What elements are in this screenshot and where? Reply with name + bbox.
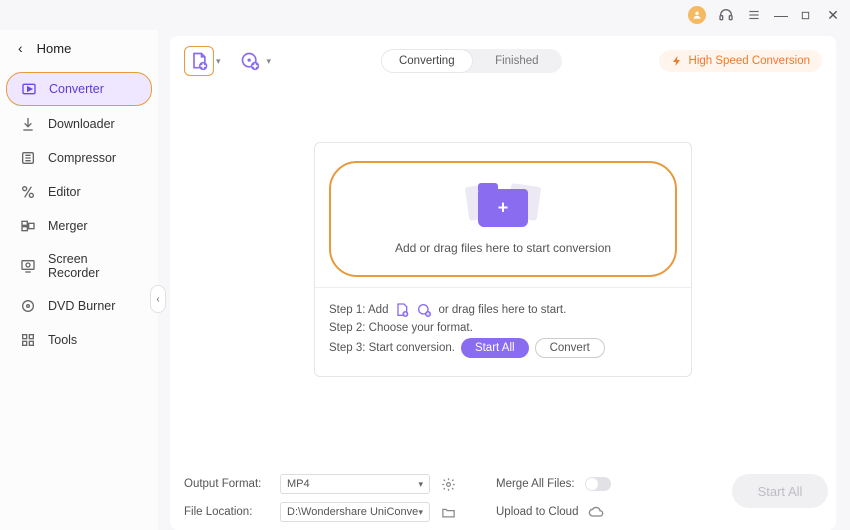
output-format-select[interactable]: MP4 ▾ bbox=[280, 474, 430, 494]
start-all-button[interactable]: Start All bbox=[732, 474, 828, 508]
compressor-icon bbox=[20, 150, 36, 166]
downloader-icon bbox=[20, 116, 36, 132]
editor-icon bbox=[20, 184, 36, 200]
sidebar-item-merger[interactable]: Merger bbox=[6, 210, 152, 242]
dropzone-text: Add or drag files here to start conversi… bbox=[395, 241, 611, 255]
add-file-button[interactable] bbox=[184, 46, 214, 76]
file-location-select[interactable]: D:\Wondershare UniConverter 1 ▾ bbox=[280, 502, 430, 522]
sidebar-item-label: Downloader bbox=[48, 117, 115, 131]
output-format-label: Output Format: bbox=[184, 478, 270, 490]
convert-step-button[interactable]: Convert bbox=[535, 338, 605, 358]
sidebar-item-dvd-burner[interactable]: DVD Burner bbox=[6, 290, 152, 322]
cloud-icon[interactable] bbox=[588, 504, 604, 520]
headset-icon[interactable] bbox=[718, 7, 734, 23]
sidebar: ‹ Home Converter Downloader Compressor bbox=[0, 30, 158, 530]
minimize-button[interactable]: — bbox=[774, 7, 788, 23]
chevron-down-icon: ▾ bbox=[418, 479, 423, 490]
sidebar-item-label: DVD Burner bbox=[48, 299, 115, 313]
step-2: Step 2: Choose your format. bbox=[329, 322, 677, 334]
sidebar-item-editor[interactable]: Editor bbox=[6, 176, 152, 208]
chevron-down-icon: ▾ bbox=[418, 507, 423, 518]
start-all-step-button[interactable]: Start All bbox=[461, 338, 529, 358]
sidebar-item-label: Merger bbox=[48, 219, 88, 233]
home-label: Home bbox=[37, 41, 72, 56]
add-disc-icon bbox=[416, 302, 432, 318]
sidebar-item-label: Editor bbox=[48, 185, 81, 199]
add-folder-icon: + bbox=[471, 183, 535, 231]
menu-icon[interactable] bbox=[746, 7, 762, 23]
status-tabs: Converting Finished bbox=[382, 49, 562, 73]
open-folder-icon[interactable] bbox=[440, 504, 456, 520]
high-speed-label: High Speed Conversion bbox=[689, 55, 810, 67]
sidebar-item-label: Compressor bbox=[48, 151, 116, 165]
sidebar-item-compressor[interactable]: Compressor bbox=[6, 142, 152, 174]
screen-recorder-icon bbox=[20, 258, 36, 274]
dvd-burner-icon bbox=[20, 298, 36, 314]
user-avatar[interactable] bbox=[688, 6, 706, 24]
lightning-icon bbox=[671, 55, 683, 67]
add-disc-button[interactable] bbox=[235, 46, 265, 76]
sidebar-item-converter[interactable]: Converter bbox=[6, 72, 152, 106]
add-file-icon bbox=[394, 302, 410, 318]
step-1: Step 1: Add or drag files here to start. bbox=[329, 302, 677, 318]
upload-to-cloud-label: Upload to Cloud bbox=[496, 506, 578, 518]
add-file-dropdown-caret[interactable]: ▾ bbox=[216, 56, 221, 67]
merger-icon bbox=[20, 218, 36, 234]
add-disc-dropdown-caret[interactable]: ▾ bbox=[267, 56, 272, 67]
sidebar-item-label: Converter bbox=[49, 82, 104, 96]
sidebar-item-label: Screen Recorder bbox=[48, 252, 138, 280]
settings-icon[interactable] bbox=[440, 476, 456, 492]
home-nav[interactable]: ‹ Home bbox=[0, 36, 158, 70]
tab-finished[interactable]: Finished bbox=[472, 50, 562, 72]
converter-icon bbox=[21, 81, 37, 97]
file-location-label: File Location: bbox=[184, 506, 270, 518]
sidebar-item-tools[interactable]: Tools bbox=[6, 324, 152, 356]
sidebar-item-screen-recorder[interactable]: Screen Recorder bbox=[6, 244, 152, 288]
high-speed-conversion-button[interactable]: High Speed Conversion bbox=[659, 50, 822, 72]
tab-converting[interactable]: Converting bbox=[382, 50, 472, 72]
sidebar-item-downloader[interactable]: Downloader bbox=[6, 108, 152, 140]
merge-all-toggle[interactable] bbox=[585, 477, 611, 491]
step-3: Step 3: Start conversion. Start All Conv… bbox=[329, 338, 677, 358]
back-icon: ‹ bbox=[18, 40, 23, 56]
close-button[interactable]: ✕ bbox=[826, 7, 840, 24]
merge-all-label: Merge All Files: bbox=[496, 478, 575, 490]
sidebar-item-label: Tools bbox=[48, 333, 77, 347]
maximize-button[interactable] bbox=[800, 10, 814, 21]
dropzone[interactable]: + Add or drag files here to start conver… bbox=[329, 161, 677, 277]
collapse-sidebar-button[interactable]: ‹ bbox=[150, 285, 166, 313]
dropzone-panel: + Add or drag files here to start conver… bbox=[314, 142, 692, 377]
tools-icon bbox=[20, 332, 36, 348]
